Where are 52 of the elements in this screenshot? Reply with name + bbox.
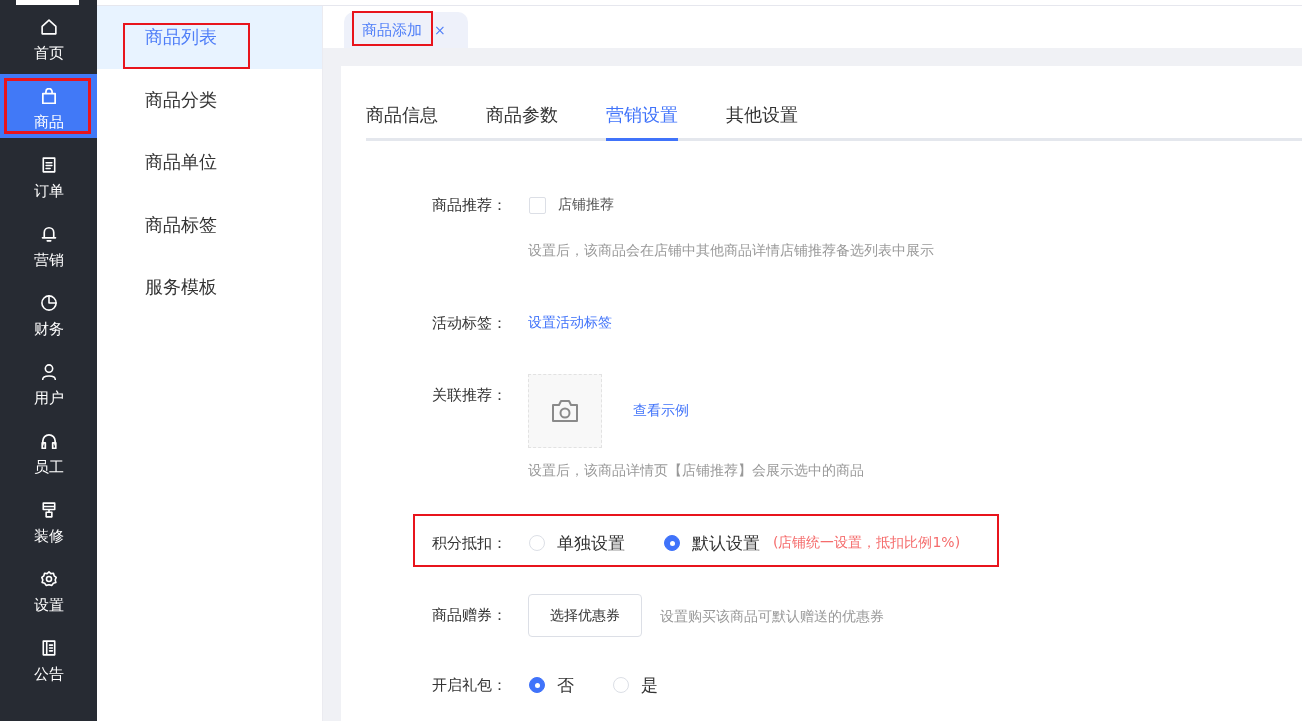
option-label: 否 xyxy=(557,673,574,697)
nav-item[interactable]: 公告 xyxy=(0,626,97,690)
subnav-item[interactable]: 商品单位 xyxy=(97,131,322,194)
document-icon xyxy=(40,157,57,173)
nav-item[interactable]: 订单 xyxy=(0,143,97,207)
pie-chart-icon xyxy=(40,295,57,311)
logo-block xyxy=(16,0,79,5)
home-icon xyxy=(40,19,57,35)
form-tab[interactable]: 其他设置 xyxy=(726,92,798,141)
field-label: 商品推荐： xyxy=(431,195,507,216)
form-tab[interactable]: 商品信息 xyxy=(366,92,438,141)
field-label: 活动标签： xyxy=(431,313,507,334)
notebook-icon xyxy=(40,640,57,656)
hint-text: 设置后，该商品详情页【店铺推荐】会展示选中的商品 xyxy=(528,461,864,480)
coupon-button[interactable]: 选择优惠券 xyxy=(528,594,642,637)
hint-text: 设置后，该商品会在店铺中其他商品详情店铺推荐备选列表中展示 xyxy=(528,241,934,260)
option-label: 单独设置 xyxy=(557,531,625,555)
nav-item[interactable]: 商品 xyxy=(0,74,97,138)
subnav-item[interactable]: 商品分类 xyxy=(97,68,322,131)
brush-icon xyxy=(40,502,57,518)
option-label: 是 xyxy=(641,673,658,697)
subnav-item[interactable]: 服务模板 xyxy=(97,256,322,319)
text-link[interactable]: 设置活动标签 xyxy=(528,314,612,332)
nav-item[interactable]: 员工 xyxy=(0,419,97,483)
nav-item[interactable]: 装修 xyxy=(0,488,97,552)
settings-icon xyxy=(40,571,57,587)
field-label: 积分抵扣： xyxy=(431,533,507,554)
text-link[interactable]: 查看示例 xyxy=(633,402,689,420)
hint-text: 设置购买该商品可默认赠送的优惠券 xyxy=(660,606,884,626)
camera-icon xyxy=(552,400,578,422)
radio-button[interactable] xyxy=(529,677,545,693)
upload-box[interactable] xyxy=(528,374,602,448)
form-tab[interactable]: 商品参数 xyxy=(486,92,558,141)
checkbox-label: 店铺推荐 xyxy=(558,196,614,214)
nav-item[interactable]: 营销 xyxy=(0,212,97,276)
form-tab[interactable]: 营销设置 xyxy=(606,92,678,141)
option-label: 默认设置 xyxy=(692,531,760,555)
checkbox[interactable] xyxy=(529,196,546,214)
field-label: 关联推荐： xyxy=(431,385,507,406)
field-label: 开启礼包： xyxy=(431,675,507,696)
note-text: (店铺统一设置，抵扣比例1%) xyxy=(773,534,961,552)
headphones-icon xyxy=(40,433,57,449)
user-icon xyxy=(40,364,57,380)
bag-icon xyxy=(40,88,57,104)
field-label: 商品赠券： xyxy=(431,605,507,626)
bell-icon xyxy=(40,226,57,242)
nav-item[interactable]: 用户 xyxy=(0,350,97,414)
subnav-item[interactable]: 商品标签 xyxy=(97,193,322,256)
nav-item[interactable]: 首页 xyxy=(0,5,97,69)
nav-item[interactable]: 财务 xyxy=(0,281,97,345)
radio-button[interactable] xyxy=(664,535,680,551)
nav-item[interactable]: 设置 xyxy=(0,557,97,621)
